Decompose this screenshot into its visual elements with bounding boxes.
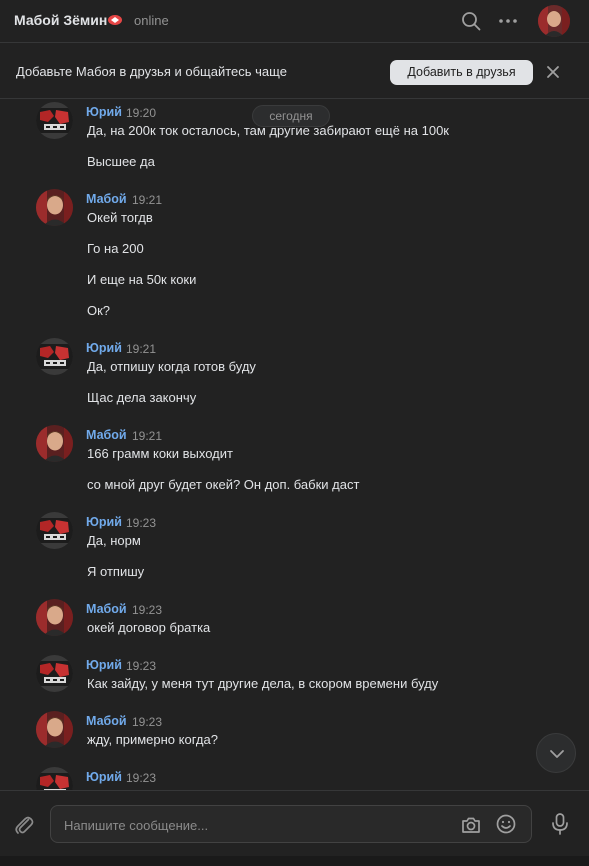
- message-time: 19:23: [132, 603, 163, 617]
- message-composer: [0, 790, 589, 856]
- message-group: Мабой 19:23 жду, примерно когда?: [0, 709, 589, 752]
- author-avatar[interactable]: [36, 599, 73, 636]
- message-author[interactable]: Мабой: [86, 192, 127, 206]
- message-author[interactable]: Юрий: [86, 105, 122, 119]
- message-group: Юрий 19:23 Да, норм Я отпишу: [0, 510, 589, 584]
- author-avatar[interactable]: [36, 767, 73, 790]
- message-input-box: [50, 805, 532, 843]
- chevron-down-icon: [550, 750, 564, 758]
- bottom-strip: [0, 856, 589, 866]
- message-author[interactable]: Мабой: [86, 428, 127, 442]
- author-avatar[interactable]: [36, 655, 73, 692]
- search-icon[interactable]: [460, 10, 482, 32]
- message-time: 19:20: [126, 106, 157, 120]
- message-text: Да, отпишу когда готов буду: [87, 359, 256, 374]
- message-time: 19:21: [132, 429, 163, 443]
- message-text: Высшее да: [87, 154, 155, 169]
- message-author[interactable]: Юрий: [86, 770, 122, 784]
- message-group: Мабой 19:21 Окей тогдв Го на 200 И еще на 50…: [0, 187, 589, 323]
- author-avatar[interactable]: [36, 338, 73, 375]
- banner-text: Добавьте Мабоя в друзья и общайтесь чаще: [16, 64, 287, 79]
- close-icon[interactable]: [545, 64, 561, 80]
- message-text: Да, норм: [87, 533, 141, 548]
- add-friend-banner: Добавьте Мабоя в друзья и общайтесь чаще…: [0, 44, 589, 99]
- message-author[interactable]: Юрий: [86, 341, 122, 355]
- camera-icon[interactable]: [460, 814, 482, 836]
- scroll-down-button[interactable]: [536, 733, 576, 773]
- message-group: Юрий 19:21 Да, отпишу когда готов буду Щас …: [0, 336, 589, 410]
- peer-status: online: [134, 13, 169, 28]
- emoji-icon[interactable]: [495, 813, 517, 835]
- author-avatar[interactable]: [36, 512, 73, 549]
- author-avatar[interactable]: [36, 102, 73, 139]
- author-avatar[interactable]: [36, 425, 73, 462]
- message-time: 19:23: [126, 771, 157, 785]
- message-text: окей договор братка: [87, 620, 211, 635]
- message-author[interactable]: Юрий: [86, 515, 122, 529]
- add-friend-button[interactable]: Добавить в друзья: [390, 60, 533, 85]
- message-text: Окей тогдв: [87, 210, 153, 225]
- message-text: Ок?: [87, 303, 111, 318]
- message-author[interactable]: Мабой: [86, 714, 127, 728]
- peer-name[interactable]: Мабой Зёмин: [14, 12, 107, 28]
- message-author[interactable]: Юрий: [86, 658, 122, 672]
- date-divider: сегодня: [252, 105, 330, 127]
- message-group: Юрий 19:23 Как зайду, у меня тут другие де…: [0, 653, 589, 696]
- microphone-icon[interactable]: [549, 812, 571, 836]
- message-time: 19:23: [132, 715, 163, 729]
- peer-avatar[interactable]: [538, 5, 570, 37]
- message-text: И еще на 50к коки: [87, 272, 197, 287]
- attach-icon[interactable]: [12, 813, 36, 837]
- message-group: Мабой 19:23 окей договор братка: [0, 597, 589, 640]
- message-time: 19:23: [126, 516, 157, 530]
- message-group: Мабой 19:21 166 грамм коки выходит со мной …: [0, 423, 589, 497]
- more-icon[interactable]: [497, 10, 519, 32]
- message-time: 19:21: [126, 342, 157, 356]
- author-avatar[interactable]: [36, 711, 73, 748]
- message-author[interactable]: Мабой: [86, 602, 127, 616]
- message-text: Я отпишу: [87, 564, 145, 579]
- message-text: Го на 200: [87, 241, 144, 256]
- message-input[interactable]: [64, 815, 444, 835]
- message-time: 19:21: [132, 193, 163, 207]
- message-text: 166 грамм коки выходит: [87, 446, 233, 461]
- message-history[interactable]: сегодня Юрий 19:20 Да, на 200к ток осталос…: [0, 100, 589, 790]
- message-text: жду, примерно когда?: [87, 732, 218, 747]
- author-avatar[interactable]: [36, 189, 73, 226]
- message-text: Щас дела закончу: [87, 390, 197, 405]
- chat-header: Мабой Зёмин online: [0, 0, 589, 43]
- message-group: Юрий 19:23: [0, 765, 589, 790]
- message-text: Как зайду, у меня тут другие дела, в ско…: [87, 676, 439, 691]
- message-time: 19:23: [126, 659, 157, 673]
- vip-badge-icon: [108, 15, 122, 25]
- message-text: со мной друг будет окей? Он доп. бабки д…: [87, 477, 360, 492]
